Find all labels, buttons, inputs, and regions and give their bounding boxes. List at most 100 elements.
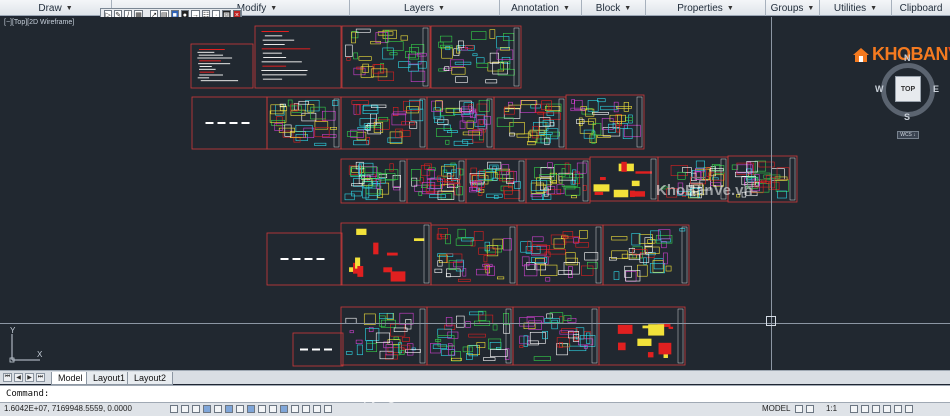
workspace-switch-icon[interactable] — [861, 405, 869, 413]
prev-tab-icon[interactable]: ◀ — [14, 373, 23, 382]
tab-model[interactable]: Model — [51, 372, 90, 385]
drawing-sheet[interactable] — [426, 306, 514, 366]
clean-screen-icon[interactable] — [905, 405, 913, 413]
lineweight-icon[interactable] — [280, 405, 288, 413]
triangle-down-icon[interactable]: ▼ — [438, 5, 445, 12]
ribbon-panel-label: Properties — [677, 2, 723, 14]
drafting-settings — [170, 405, 332, 413]
last-tab-icon[interactable]: ⏭ — [36, 373, 45, 382]
object-snap-icon[interactable] — [225, 405, 233, 413]
drawing-sheet[interactable] — [340, 222, 432, 286]
viewport-controls-label[interactable]: [−][Top][2D Wireframe] — [4, 19, 74, 26]
ribbon-panel-utilities[interactable]: Utilities ▼ — [820, 0, 892, 16]
model-viewport[interactable]: [−][Top][2D Wireframe] KHOBANVẼ TOP N E … — [0, 17, 950, 370]
drawing-sheet[interactable] — [512, 306, 600, 366]
triangle-down-icon[interactable]: ▼ — [270, 5, 277, 12]
ortho-mode-icon[interactable] — [203, 405, 211, 413]
tab-layout2[interactable]: Layout2 — [127, 372, 174, 385]
triangle-down-icon[interactable]: ▼ — [727, 5, 734, 12]
wcs-menu[interactable]: WCS ↓ — [897, 131, 919, 139]
hardware-acceleration-icon[interactable] — [883, 405, 891, 413]
drawing-sheet[interactable] — [565, 94, 645, 150]
grid-display-icon[interactable] — [192, 405, 200, 413]
annotation-visibility-icon[interactable] — [850, 405, 858, 413]
drawing-sheet[interactable] — [426, 96, 495, 150]
status-tray — [795, 405, 814, 413]
ribbon-panel-block[interactable]: Block ▼ — [582, 0, 646, 16]
lock-icon[interactable] — [872, 405, 880, 413]
compass-south[interactable]: S — [904, 112, 910, 122]
ribbon-panel-annotation[interactable]: Annotation ▼ — [500, 0, 582, 16]
snap-mode-icon[interactable] — [181, 405, 189, 413]
drawing-sheet[interactable] — [340, 96, 428, 150]
drawing-sheet[interactable] — [254, 25, 342, 89]
compass-east[interactable]: E — [933, 84, 939, 94]
watermark-copyright: Copyright © KhoBanVe.vn — [344, 387, 519, 404]
polar-tracking-icon[interactable] — [214, 405, 222, 413]
drawing-sheet[interactable] — [341, 25, 431, 89]
drawing-canvas — [190, 25, 798, 367]
model-space-toggle[interactable]: MODEL — [762, 404, 790, 413]
ribbon-panel-groups[interactable]: Groups ▼ — [766, 0, 820, 16]
ribbon-panel-draw[interactable]: Draw ▼ — [0, 0, 112, 16]
triangle-down-icon[interactable]: ▼ — [66, 5, 73, 12]
drawing-sheet[interactable] — [191, 96, 268, 150]
triangle-down-icon[interactable]: ▼ — [624, 5, 631, 12]
ribbon-panel-label: Draw — [38, 2, 62, 14]
next-tab-icon[interactable]: ▶ — [25, 373, 34, 382]
house-icon — [853, 47, 869, 62]
drawing-sheet[interactable] — [340, 306, 428, 366]
ribbon-panel-label: Block — [595, 2, 621, 14]
drawing-sheet[interactable] — [430, 25, 522, 89]
viewcube[interactable]: TOP N E S W — [875, 53, 941, 123]
coordinate-readout[interactable]: 1.6042E+07, 7169948.5559, 0.0000 — [4, 404, 132, 413]
crosshair-horizontal — [0, 323, 950, 324]
selection-cycling-icon[interactable] — [313, 405, 321, 413]
drawing-sheet[interactable] — [516, 224, 604, 286]
ribbon-panel-properties[interactable]: Properties ▼ — [646, 0, 766, 16]
pan-icon[interactable] — [806, 405, 814, 413]
drawing-sheet[interactable] — [525, 158, 591, 204]
ribbon-panel-label: Layers — [404, 2, 435, 14]
drawing-sheet[interactable] — [598, 306, 686, 366]
triangle-down-icon[interactable]: ▼ — [563, 5, 570, 12]
ribbon-panel-label: Utilities — [833, 2, 867, 14]
drawing-sheet[interactable] — [465, 158, 527, 204]
triangle-down-icon[interactable]: ▼ — [870, 5, 877, 12]
otrack-icon[interactable] — [247, 405, 255, 413]
drawing-sheet[interactable] — [266, 232, 343, 286]
quick-view-icon[interactable] — [795, 405, 803, 413]
drawing-sheet[interactable] — [292, 332, 344, 367]
drawing-sheet[interactable] — [493, 96, 567, 150]
ucs-x-label: X — [37, 350, 43, 359]
drawing-sheet[interactable] — [430, 224, 518, 286]
dynamic-input-icon[interactable] — [269, 405, 277, 413]
drawing-sheet[interactable] — [190, 43, 254, 89]
tab-layout1[interactable]: Layout1 — [86, 372, 133, 385]
ribbon-panel-layers[interactable]: Layers ▼ — [350, 0, 500, 16]
drawing-sheet[interactable] — [266, 96, 342, 150]
3d-osnap-icon[interactable] — [236, 405, 244, 413]
viewcube-top-face[interactable]: TOP — [895, 76, 921, 102]
ducs-icon[interactable] — [258, 405, 266, 413]
annotation-monitor-icon[interactable] — [324, 405, 332, 413]
first-tab-icon[interactable]: ⏮ — [3, 373, 12, 382]
ucs-icon: Y X — [9, 326, 43, 363]
annotation-scale[interactable]: 1:1 — [826, 404, 838, 413]
infer-constraints-icon[interactable] — [170, 405, 178, 413]
triangle-down-icon[interactable]: ▼ — [807, 5, 814, 12]
compass-west[interactable]: W — [875, 84, 884, 94]
quick-properties-icon[interactable] — [302, 405, 310, 413]
cursor-pickbox — [766, 316, 776, 326]
isolate-objects-icon[interactable] — [894, 405, 902, 413]
transparency-icon[interactable] — [291, 405, 299, 413]
drawing-sheet[interactable] — [589, 156, 659, 202]
drawing-sheet[interactable] — [406, 158, 467, 204]
drawing-sheet[interactable] — [340, 158, 408, 204]
ribbon-panel-clipboard[interactable]: Clipboard — [892, 0, 950, 16]
layout-tab-bar: ⏮ ◀ ▶ ⏭ Model Layout1 Layout2 — [0, 370, 950, 385]
drawing-sheet[interactable] — [602, 224, 690, 286]
status-bar: 1.6042E+07, 7169948.5559, 0.0000 MODEL 1… — [0, 403, 950, 416]
compass-north[interactable]: N — [904, 53, 911, 63]
ribbon-panel-label: Annotation — [511, 2, 559, 14]
